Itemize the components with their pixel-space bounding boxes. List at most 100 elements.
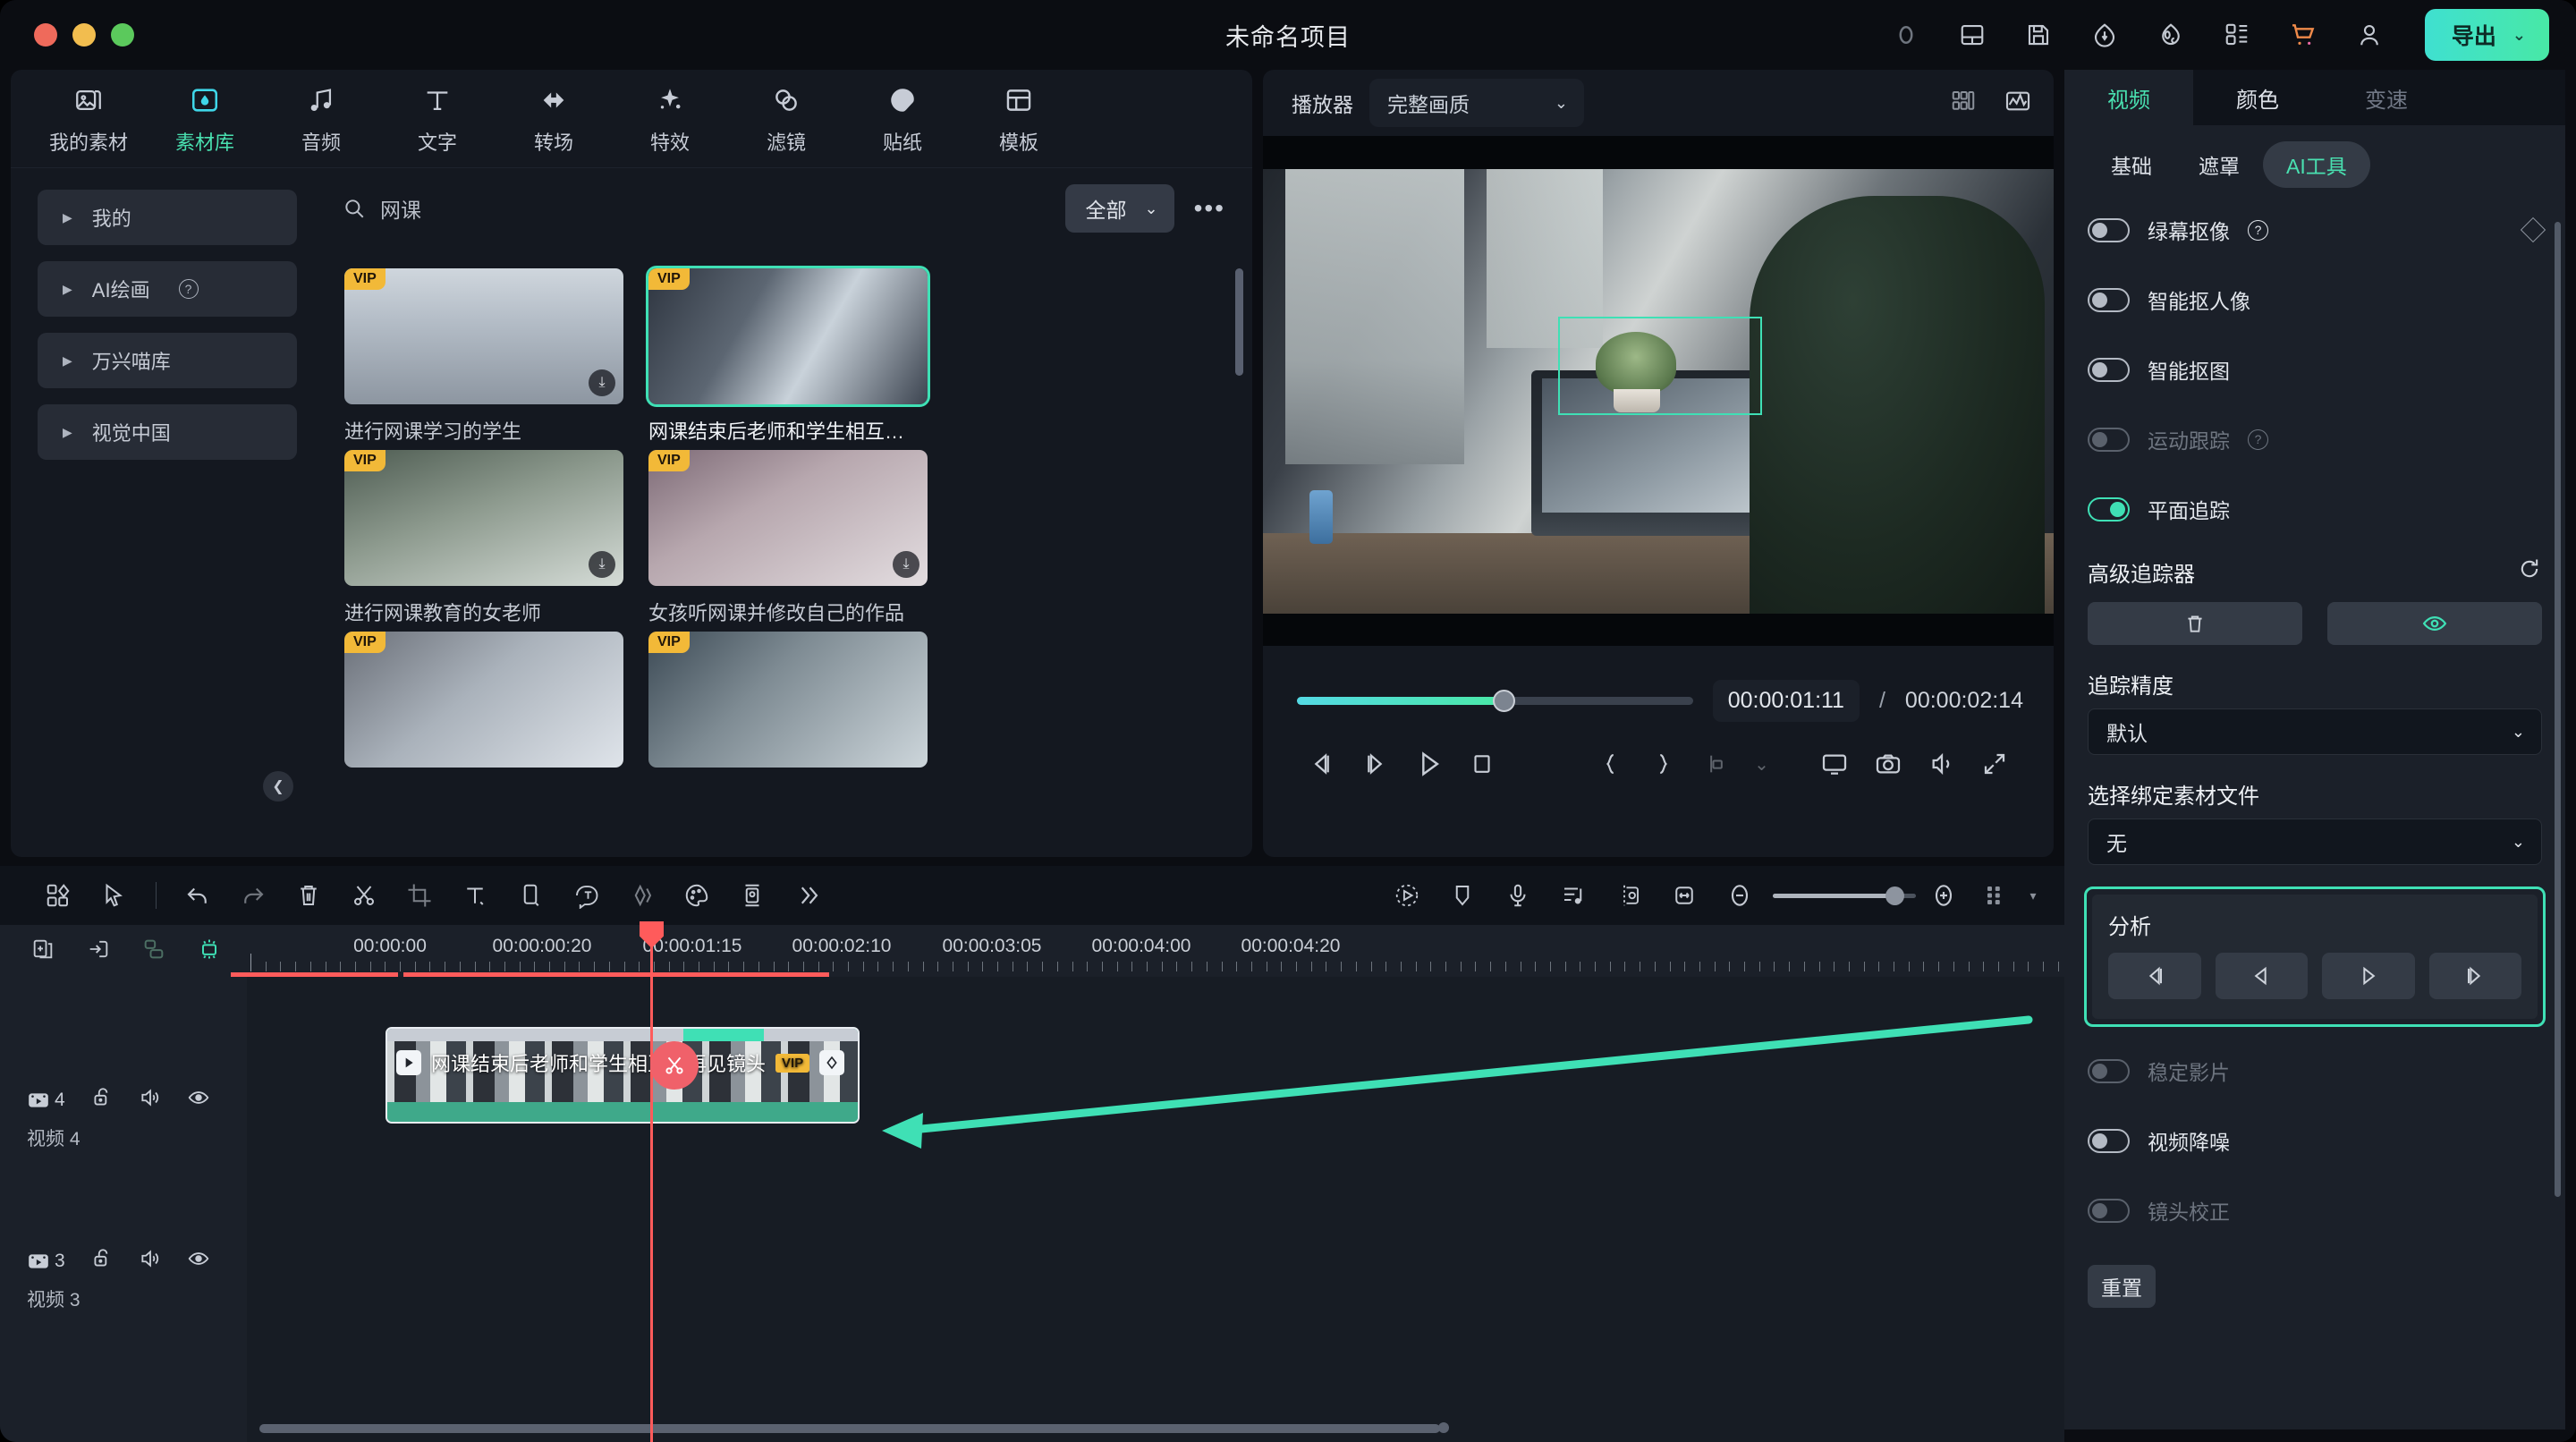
property-panel-scrollbar[interactable] [2555,222,2561,1197]
analysis-jump-end-button[interactable] [2428,953,2521,999]
cart-icon[interactable] [2285,17,2321,53]
export-dropdown-caret[interactable]: ⌄ [2512,26,2540,45]
analysis-forward-button[interactable] [2322,953,2415,999]
media-card[interactable]: VIP ⤓ 进行网课学习的学生 [344,268,623,445]
download-icon[interactable]: ⤓ [589,369,615,396]
marker-button[interactable] [1690,751,1743,776]
apps-icon[interactable] [2219,17,2255,53]
camera-icon[interactable] [1861,750,1915,778]
seek-handle[interactable] [1493,690,1516,712]
current-timecode[interactable]: 00:00:01:11 [1712,680,1860,722]
color-match-icon[interactable] [669,882,724,909]
zoom-handle[interactable] [1885,886,1905,905]
group-icon[interactable] [141,937,166,966]
speaker-icon[interactable] [139,1086,162,1114]
nav-tab-stock-library[interactable]: 素材库 [147,81,263,156]
timeline-clip[interactable]: 网课结束后老师和学生相互说再见镜头 VIP [386,1027,860,1124]
planar-tracking-box[interactable] [1558,316,1762,415]
record-icon[interactable] [1888,17,1924,53]
seek-slider[interactable] [1297,690,1693,712]
media-card[interactable]: VIP ⤓ 女孩听网课并修改自己的作品 [648,450,928,626]
search-input[interactable]: 网课 [343,193,1065,224]
segment-basic[interactable]: 基础 [2088,141,2175,188]
media-thumbnail[interactable]: VIP ⤓ [344,450,623,586]
prev-frame-button[interactable] [1295,750,1349,778]
timeline-scroll-end-dot[interactable] [1438,1422,1449,1433]
media-card[interactable]: VIP [344,632,623,768]
reset-icon[interactable] [2517,556,2542,588]
green-screen-toggle[interactable] [2088,217,2130,242]
nav-tab-text[interactable]: 文字 [379,81,496,156]
category-item-wondershare-library[interactable]: ▶ 万兴喵库 [38,333,297,388]
media-grid-scrollbar[interactable] [1235,268,1243,376]
media-card[interactable]: VIP 网课结束后老师和学生相互… [646,266,930,445]
zoom-out-icon[interactable] [1712,881,1767,910]
track-row-video-3[interactable] [247,1188,2064,1295]
audio-mix-icon[interactable] [1546,882,1601,909]
delete-icon[interactable] [281,882,336,909]
keyframe-icon[interactable] [819,1050,845,1075]
media-card[interactable]: VIP ⤓ 进行网课教育的女老师 [344,450,623,626]
headset-icon[interactable] [2153,17,2189,53]
render-preview-icon[interactable] [1971,882,2021,909]
nav-tab-effects[interactable]: 特效 [612,81,728,156]
track-row-video-4[interactable]: 网课结束后老师和学生相互说再见镜头 VIP [247,1027,2064,1134]
grid-view-icon[interactable] [30,882,86,909]
play-icon[interactable] [396,1050,421,1075]
add-track-icon[interactable] [30,937,55,966]
reset-button[interactable]: 重置 [2088,1265,2156,1308]
screen-icon[interactable] [1809,750,1862,778]
nav-tab-my-media[interactable]: 我的素材 [30,81,147,156]
auto-reframe-icon[interactable] [724,882,780,909]
download-icon[interactable]: ⤓ [893,551,919,578]
nav-tab-audio[interactable]: 音频 [263,81,379,156]
media-thumbnail[interactable]: VIP ⤓ [648,450,928,586]
timeline-ruler[interactable]: 00:00:00 00:00:00:20 00:00:01:15 00:00:0… [231,925,2064,977]
eye-icon[interactable] [187,1086,210,1114]
timeline-horizontal-scrollbar[interactable] [259,1424,1440,1433]
more-tools-icon[interactable] [780,882,835,909]
volume-icon[interactable] [1915,750,1969,778]
media-thumbnail[interactable]: VIP [648,632,928,768]
marker-icon[interactable] [1435,882,1490,909]
help-icon[interactable]: ? [2248,219,2268,241]
split-view-icon[interactable] [1950,88,1977,119]
fullscreen-icon[interactable] [1968,751,2021,777]
help-icon[interactable]: ? [2248,428,2268,450]
detach-audio-icon[interactable] [1601,882,1657,909]
quality-dropdown[interactable]: 完整画质 ⌄ [1369,79,1584,127]
import-icon[interactable] [86,937,111,966]
media-thumbnail-selected[interactable]: VIP [646,266,930,407]
video-denoise-toggle[interactable] [2088,1128,2130,1153]
zoom-in-icon[interactable] [1916,881,1971,910]
help-icon[interactable]: ? [178,279,199,299]
smart-portrait-toggle[interactable] [2088,287,2130,312]
bind-file-dropdown[interactable]: 无 ⌄ [2088,819,2542,865]
playhead[interactable] [640,921,664,1442]
undo-icon[interactable] [170,882,225,909]
export-button[interactable]: 导出 ⌄ [2424,9,2549,61]
cloud-icon[interactable] [2087,17,2123,53]
speaker-icon[interactable] [139,1247,162,1275]
media-thumbnail[interactable]: VIP [344,632,623,768]
category-item-mine[interactable]: ▶ 我的 [38,190,297,245]
crop-icon[interactable] [392,882,447,909]
unlock-icon[interactable] [90,1247,114,1275]
mark-out-button[interactable] [1637,751,1690,777]
tab-video[interactable]: 视频 [2064,70,2193,125]
analysis-reverse-button[interactable] [2215,953,2308,999]
segment-mask[interactable]: 遮罩 [2175,141,2263,188]
nav-tab-transition[interactable]: 转场 [496,81,612,156]
filter-dropdown[interactable]: 全部 ⌄ [1065,184,1174,233]
media-card[interactable]: VIP [648,632,928,768]
segment-ai-tools[interactable]: AI工具 [2263,141,2370,188]
play-button[interactable] [1402,749,1455,779]
mark-in-button[interactable] [1583,751,1637,777]
waveform-icon[interactable] [2004,87,2032,120]
next-frame-button[interactable] [1349,750,1402,778]
tab-color[interactable]: 颜色 [2193,70,2322,125]
tab-speed[interactable]: 变速 [2322,70,2451,125]
timeline-zoom-slider[interactable] [1773,886,1916,905]
layout-icon[interactable] [1954,17,1990,53]
text-icon[interactable] [447,882,503,909]
